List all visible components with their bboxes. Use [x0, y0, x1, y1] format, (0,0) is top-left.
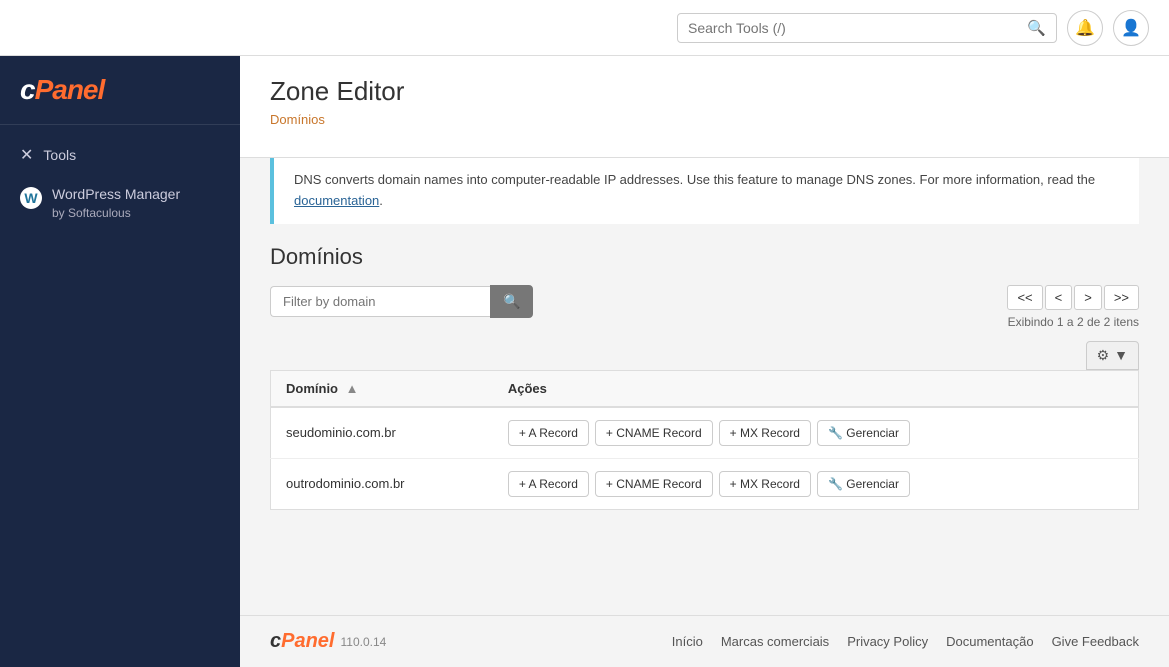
gear-settings-button[interactable]: ⚙ ▼ [1086, 341, 1139, 370]
footer-link-4[interactable]: Give Feedback [1052, 634, 1139, 649]
footer-links: Início Marcas comerciais Privacy Policy Doc… [672, 634, 1139, 649]
footer-link-1[interactable]: Marcas comerciais [721, 634, 829, 649]
action-button-row1-2[interactable]: + MX Record [719, 471, 811, 497]
column-domain: Domínio ▲ [271, 370, 493, 407]
search-box: 🔍 [677, 13, 1057, 43]
domains-table: Domínio ▲ Ações seudominio.com.br+ A Rec… [270, 370, 1139, 510]
table-header-row: Domínio ▲ Ações [271, 370, 1139, 407]
actions-cell: + A Record+ CNAME Record+ MX Record🔧 Ger… [493, 407, 1139, 459]
cpanel-logo: cPanel [20, 74, 220, 106]
action-button-row0-2[interactable]: + MX Record [719, 420, 811, 446]
footer-logo: cPanel [270, 630, 334, 653]
domain-cell: seudominio.com.br [271, 407, 493, 459]
footer-left: cPanel 110.0.14 [270, 630, 386, 653]
notifications-button[interactable]: 🔔 [1067, 10, 1103, 46]
info-text: DNS converts domain names into computer-… [294, 172, 1095, 187]
page-header-section: Zone Editor Domínios [240, 56, 1169, 158]
wordpress-icon: W [20, 187, 42, 209]
tools-icon: ✕ [20, 145, 33, 165]
search-input[interactable] [688, 20, 1019, 36]
pagination-prev-button[interactable]: < [1045, 285, 1073, 310]
sidebar-item-tools[interactable]: ✕ Tools [0, 135, 240, 175]
sidebar-item-wordpress-manager[interactable]: W WordPress Manager by Softaculous [0, 175, 240, 231]
header: 🔍 🔔 👤 [0, 0, 1169, 56]
settings-row: ⚙ ▼ [270, 341, 1139, 370]
footer-version: 110.0.14 [340, 635, 386, 649]
sidebar: cPanel ✕ Tools W WordPress Manager by So… [0, 56, 240, 667]
documentation-link[interactable]: documentation [294, 193, 379, 208]
table-row: outrodominio.com.br+ A Record+ CNAME Rec… [271, 458, 1139, 509]
breadcrumb: Domínios [240, 107, 1169, 142]
pagination-controls: << < > >> [1007, 285, 1139, 310]
sidebar-item-wp-label: WordPress Manager [52, 185, 180, 205]
gear-dropdown-icon: ▼ [1114, 347, 1128, 363]
action-button-row0-1[interactable]: + CNAME Record [595, 420, 713, 446]
bell-icon: 🔔 [1075, 18, 1095, 38]
pagination-info: Exibindo 1 a 2 de 2 itens [1008, 315, 1139, 329]
footer-link-2[interactable]: Privacy Policy [847, 634, 928, 649]
pagination-last-button[interactable]: >> [1104, 285, 1139, 310]
gear-icon: ⚙ [1097, 347, 1110, 364]
action-button-row1-0[interactable]: + A Record [508, 471, 589, 497]
footer-link-0[interactable]: Início [672, 634, 703, 649]
column-actions: Ações [493, 370, 1139, 407]
filter-pagination-row: 🔍 << < > >> Exibindo 1 a 2 de 2 itens [270, 285, 1139, 335]
action-button-row0-0[interactable]: + A Record [508, 420, 589, 446]
domain-filter-button[interactable]: 🔍 [490, 285, 533, 318]
user-icon: 👤 [1121, 18, 1141, 38]
domain-search-row: 🔍 [270, 285, 533, 318]
manage-button-row1[interactable]: 🔧 Gerenciar [817, 471, 910, 497]
sidebar-nav: ✕ Tools W WordPress Manager by Softaculo… [0, 125, 240, 241]
filter-search-icon: 🔍 [503, 293, 520, 309]
pagination-first-button[interactable]: << [1007, 285, 1042, 310]
page-title: Zone Editor [240, 56, 1169, 107]
pagination-next-button[interactable]: > [1074, 285, 1102, 310]
sidebar-logo: cPanel [0, 56, 240, 125]
actions-cell: + A Record+ CNAME Record+ MX Record🔧 Ger… [493, 458, 1139, 509]
domains-section: Domínios 🔍 << < > >> [240, 244, 1169, 530]
user-button[interactable]: 👤 [1113, 10, 1149, 46]
table-row: seudominio.com.br+ A Record+ CNAME Recor… [271, 407, 1139, 459]
main-content-area: Zone Editor Domínios DNS converts domain… [240, 56, 1169, 667]
sidebar-item-tools-label: Tools [43, 147, 76, 163]
footer-link-3[interactable]: Documentação [946, 634, 1033, 649]
domain-filter-input[interactable] [270, 286, 490, 317]
breadcrumb-link[interactable]: Domínios [270, 112, 325, 127]
sidebar-item-wp-sublabel: by Softaculous [52, 205, 180, 222]
section-title: Domínios [270, 244, 1139, 270]
manage-button-row0[interactable]: 🔧 Gerenciar [817, 420, 910, 446]
footer: cPanel 110.0.14 Início Marcas comerciais P… [240, 615, 1169, 667]
domain-cell: outrodominio.com.br [271, 458, 493, 509]
sort-arrow-icon[interactable]: ▲ [346, 381, 359, 396]
action-button-row1-1[interactable]: + CNAME Record [595, 471, 713, 497]
search-icon[interactable]: 🔍 [1027, 19, 1046, 37]
info-box: DNS converts domain names into computer-… [270, 158, 1139, 224]
